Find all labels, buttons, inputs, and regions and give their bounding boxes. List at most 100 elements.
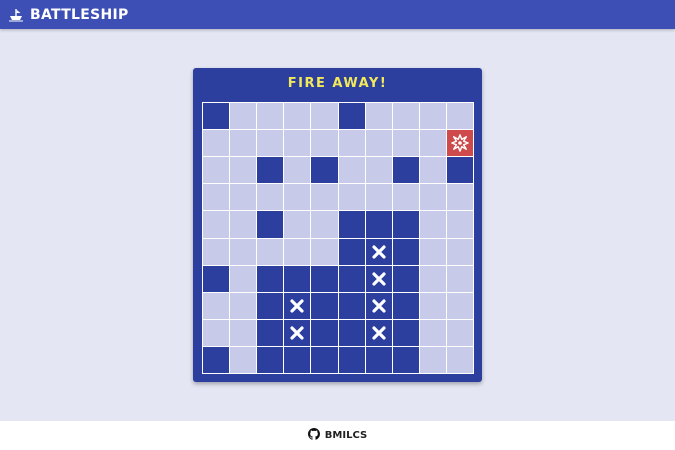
grid-cell-water[interactable] (419, 292, 446, 319)
grid-cell-water[interactable] (419, 184, 446, 211)
grid-cell-ship[interactable] (203, 103, 230, 130)
grid-cell-water[interactable] (284, 184, 311, 211)
grid-cell-water[interactable] (392, 130, 419, 157)
grid-cell-water[interactable] (365, 130, 392, 157)
grid-cell-ship[interactable] (203, 265, 230, 292)
grid-cell-water[interactable] (338, 130, 365, 157)
grid-cell-ship[interactable] (338, 238, 365, 265)
grid-cell-miss[interactable] (365, 238, 392, 265)
grid-cell-water[interactable] (203, 319, 230, 346)
grid-cell-water[interactable] (365, 103, 392, 130)
grid-cell-water[interactable] (419, 319, 446, 346)
grid-cell-water[interactable] (230, 157, 257, 184)
grid-cell-water[interactable] (338, 184, 365, 211)
grid-cell-ship[interactable] (311, 265, 338, 292)
grid-cell-water[interactable] (446, 184, 473, 211)
grid-cell-ship[interactable] (203, 346, 230, 373)
grid-cell-water[interactable] (419, 130, 446, 157)
grid-cell-hit[interactable] (446, 130, 473, 157)
grid-cell-ship[interactable] (338, 319, 365, 346)
grid-cell-water[interactable] (419, 157, 446, 184)
grid-cell-water[interactable] (419, 346, 446, 373)
grid-cell-water[interactable] (392, 103, 419, 130)
grid-cell-water[interactable] (419, 103, 446, 130)
grid-cell-water[interactable] (338, 157, 365, 184)
grid-cell-ship[interactable] (284, 265, 311, 292)
grid-cell-ship[interactable] (446, 157, 473, 184)
grid-cell-water[interactable] (446, 346, 473, 373)
grid-cell-water[interactable] (257, 184, 284, 211)
grid-cell-water[interactable] (284, 157, 311, 184)
grid-cell-ship[interactable] (392, 319, 419, 346)
grid-cell-ship[interactable] (338, 265, 365, 292)
grid-cell-water[interactable] (446, 103, 473, 130)
grid-cell-water[interactable] (203, 130, 230, 157)
grid-cell-ship[interactable] (257, 319, 284, 346)
grid-cell-ship[interactable] (392, 265, 419, 292)
grid-cell-water[interactable] (203, 292, 230, 319)
grid-cell-ship[interactable] (338, 211, 365, 238)
grid-cell-ship[interactable] (311, 319, 338, 346)
grid-cell-ship[interactable] (338, 103, 365, 130)
grid-cell-miss[interactable] (365, 265, 392, 292)
grid-cell-ship[interactable] (365, 211, 392, 238)
grid-cell-ship[interactable] (311, 157, 338, 184)
grid-cell-water[interactable] (446, 211, 473, 238)
grid-cell-water[interactable] (311, 238, 338, 265)
grid-cell-ship[interactable] (257, 265, 284, 292)
grid-cell-water[interactable] (203, 211, 230, 238)
grid-cell-water[interactable] (446, 265, 473, 292)
grid-cell-ship[interactable] (392, 157, 419, 184)
grid-cell-water[interactable] (230, 238, 257, 265)
grid-cell-water[interactable] (392, 184, 419, 211)
grid-cell-water[interactable] (257, 103, 284, 130)
grid-cell-water[interactable] (257, 130, 284, 157)
grid-cell-water[interactable] (230, 130, 257, 157)
grid-cell-water[interactable] (419, 238, 446, 265)
grid-cell-ship[interactable] (365, 346, 392, 373)
grid-cell-ship[interactable] (257, 346, 284, 373)
grid-cell-ship[interactable] (392, 346, 419, 373)
grid-cell-water[interactable] (257, 238, 284, 265)
grid-cell-ship[interactable] (392, 238, 419, 265)
grid-cell-water[interactable] (284, 103, 311, 130)
grid-cell-water[interactable] (230, 211, 257, 238)
grid-cell-water[interactable] (230, 319, 257, 346)
grid-cell-water[interactable] (203, 157, 230, 184)
grid-cell-ship[interactable] (392, 211, 419, 238)
grid-cell-water[interactable] (230, 103, 257, 130)
grid-cell-water[interactable] (311, 211, 338, 238)
grid-cell-miss[interactable] (284, 319, 311, 346)
grid-cell-ship[interactable] (257, 157, 284, 184)
grid-cell-water[interactable] (446, 238, 473, 265)
grid-cell-ship[interactable] (257, 211, 284, 238)
grid-cell-water[interactable] (311, 103, 338, 130)
grid-cell-water[interactable] (284, 238, 311, 265)
grid-cell-ship[interactable] (257, 292, 284, 319)
grid-cell-miss[interactable] (365, 292, 392, 319)
grid-cell-water[interactable] (311, 184, 338, 211)
grid-cell-ship[interactable] (284, 346, 311, 373)
grid-cell-ship[interactable] (338, 292, 365, 319)
grid-cell-water[interactable] (365, 184, 392, 211)
grid-cell-ship[interactable] (311, 346, 338, 373)
grid-cell-ship[interactable] (338, 346, 365, 373)
grid-cell-water[interactable] (446, 319, 473, 346)
grid-cell-water[interactable] (284, 130, 311, 157)
grid-cell-water[interactable] (446, 292, 473, 319)
grid-cell-water[interactable] (284, 211, 311, 238)
grid-cell-water[interactable] (230, 265, 257, 292)
grid-cell-water[interactable] (419, 265, 446, 292)
grid-cell-water[interactable] (419, 211, 446, 238)
grid-cell-ship[interactable] (392, 292, 419, 319)
grid-cell-miss[interactable] (365, 319, 392, 346)
grid-cell-water[interactable] (311, 130, 338, 157)
grid-cell-water[interactable] (365, 157, 392, 184)
grid-cell-ship[interactable] (311, 292, 338, 319)
grid-cell-water[interactable] (203, 184, 230, 211)
grid-cell-miss[interactable] (284, 292, 311, 319)
grid-cell-water[interactable] (230, 346, 257, 373)
grid-cell-water[interactable] (203, 238, 230, 265)
grid-cell-water[interactable] (230, 184, 257, 211)
grid-cell-water[interactable] (230, 292, 257, 319)
